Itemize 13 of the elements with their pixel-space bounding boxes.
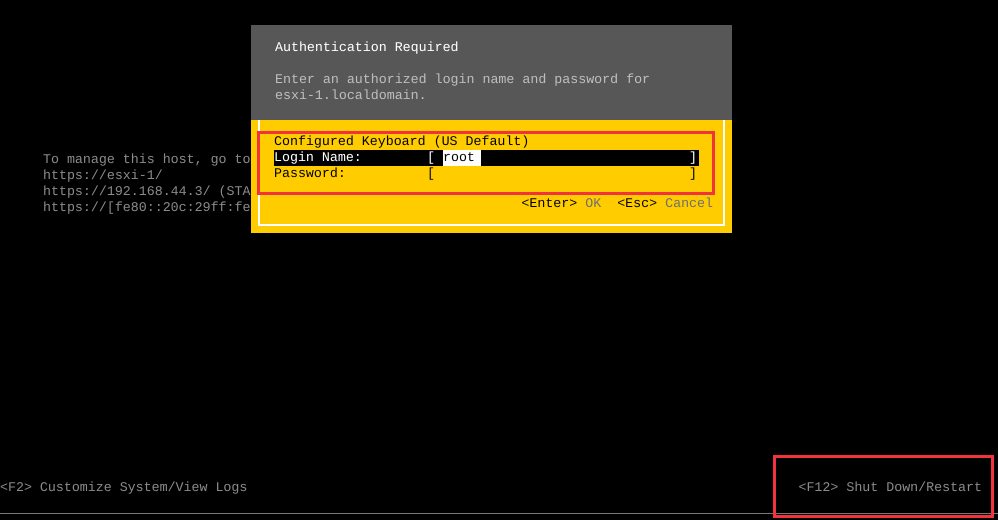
footer-hint: <F12> Shut Down/Restart [798, 480, 982, 496]
dialog-action[interactable]: <Enter> OK [521, 196, 602, 212]
console-text: To manage this host, go to [43, 152, 250, 168]
console-text: https://[fe80::20c:29ff:fe [43, 200, 250, 216]
dialog-action[interactable]: <Esc> Cancel [617, 196, 713, 212]
login-field-row[interactable]: Password: [ ] [274, 166, 699, 182]
footer-hint: <F2> Customize System/View Logs [0, 480, 248, 496]
dialog-message: Enter an authorized login name and password for esxi-1.localdomain. [275, 72, 652, 104]
console-text: https://192.168.44.3/ (STA [43, 184, 250, 200]
dialog-title: Authentication Required [275, 40, 459, 56]
login-field-row[interactable]: Login Name: [ root ] [274, 150, 699, 166]
console-text: https://esxi-1/ [43, 168, 163, 184]
keyboard-label: Configured Keyboard (US Default) [274, 134, 530, 150]
